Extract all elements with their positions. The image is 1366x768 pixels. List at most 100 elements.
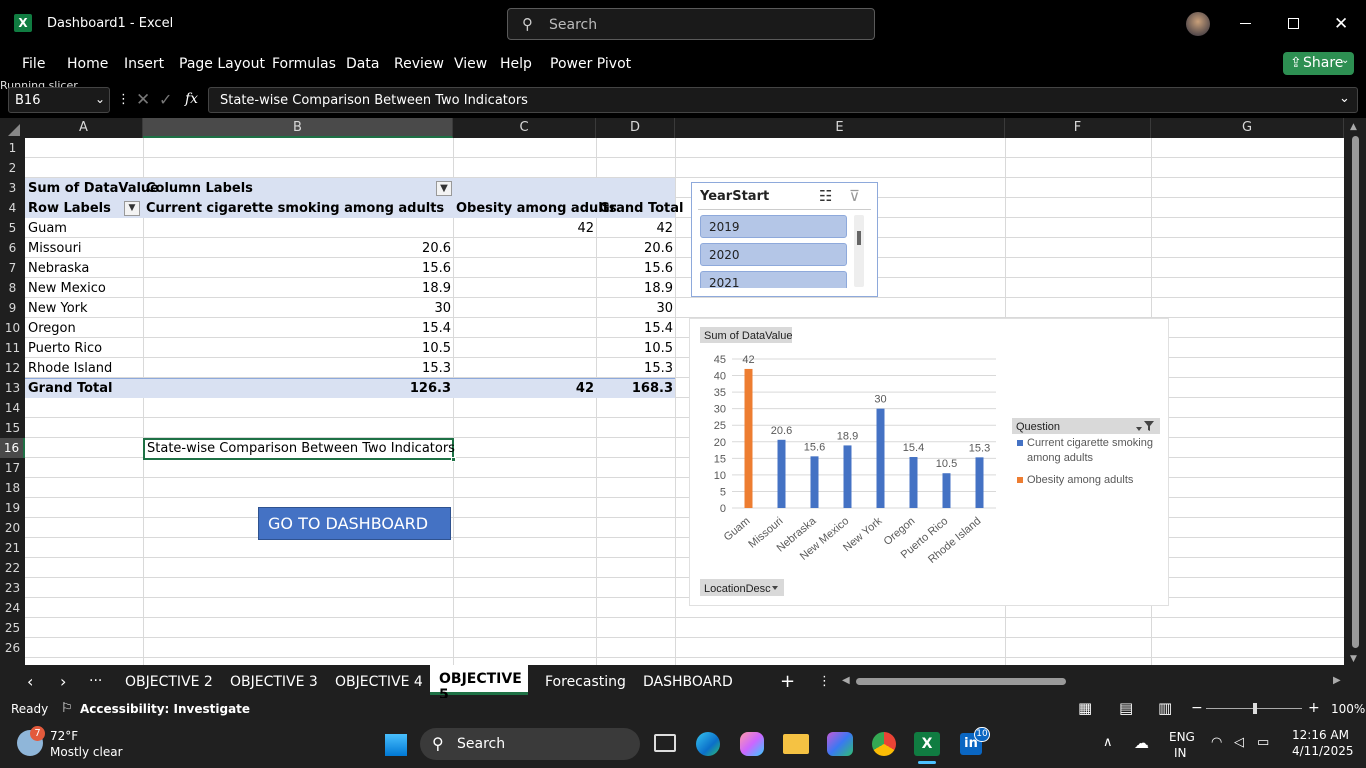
worksheet-grid[interactable]: Sum of DataValue Column Labels ▼ Row Lab… (25, 138, 1344, 665)
row-header[interactable]: 1 (0, 138, 25, 158)
m365-icon[interactable] (827, 732, 853, 756)
row-header[interactable]: 5 (0, 218, 25, 238)
name-box[interactable]: B16 ⌄ (8, 87, 110, 113)
tab-view[interactable]: View (454, 56, 487, 72)
tab-file[interactable]: File (22, 56, 45, 72)
zoom-out-icon[interactable]: − (1191, 700, 1203, 716)
chevron-down-icon[interactable]: ⌄ (95, 92, 105, 106)
tab-formulas[interactable]: Formulas (272, 56, 336, 72)
column-header-a[interactable]: A (25, 118, 143, 138)
zoom-in-icon[interactable]: + (1308, 700, 1320, 716)
slicer-scrollbar[interactable] (854, 215, 864, 287)
scroll-down-icon[interactable]: ▼ (1350, 654, 1357, 664)
cancel-icon[interactable]: ✕ (136, 90, 150, 110)
tab-page-layout[interactable]: Page Layout (179, 56, 265, 72)
tab-data[interactable]: Data (346, 56, 379, 72)
active-sheet-tab[interactable]: OBJECTIVE 5 (430, 665, 528, 703)
chrome-icon[interactable] (872, 732, 896, 756)
scroll-right-icon[interactable]: ▶ (1333, 676, 1341, 686)
row-header[interactable]: 26 (0, 638, 25, 658)
language-IN[interactable]: IN (1174, 746, 1187, 760)
copilot-icon[interactable] (740, 732, 764, 756)
vertical-scroll-thumb[interactable] (1352, 136, 1359, 648)
selected-cell-b16[interactable]: State-wise Comparison Between Two Indica… (143, 438, 455, 460)
select-all-corner[interactable] (8, 124, 20, 136)
row-header[interactable]: 18 (0, 478, 25, 498)
more-sheets-icon[interactable]: ··· (89, 674, 102, 688)
zoom-level[interactable]: 100% (1331, 702, 1365, 716)
column-header-f[interactable]: F (1005, 118, 1151, 138)
column-header-b[interactable]: B (143, 118, 453, 138)
clock-time[interactable]: 12:16 AM (1292, 728, 1349, 742)
tab-dashboard[interactable]: DASHBOARD (643, 674, 733, 690)
year-slicer[interactable]: YearStart ☷ ⊽ 2019 2020 2021 (691, 182, 878, 297)
onedrive-icon[interactable]: ☁ (1134, 734, 1149, 752)
column-header-d[interactable]: D (596, 118, 675, 138)
row-header[interactable]: 25 (0, 618, 25, 638)
excel-taskbar-icon[interactable]: X (914, 732, 940, 756)
row-header[interactable]: 14 (0, 398, 25, 418)
normal-view-icon[interactable]: ▦ (1078, 699, 1092, 717)
row-header[interactable]: 2 (0, 158, 25, 178)
row-header[interactable]: 16 (0, 438, 25, 458)
column-header-g[interactable]: G (1151, 118, 1344, 138)
share-button[interactable]: ⇪ Share ⌄ (1283, 52, 1354, 75)
row-labels-dropdown-icon[interactable]: ▼ (124, 201, 140, 216)
maximize-icon[interactable] (1288, 18, 1299, 29)
language-ENG[interactable]: ENG (1169, 730, 1195, 744)
row-header[interactable]: 7 (0, 258, 25, 278)
row-header[interactable]: 21 (0, 538, 25, 558)
expand-formula-icon[interactable]: ⌄ (1339, 91, 1350, 106)
tab-help[interactable]: Help (500, 56, 532, 72)
formula-input[interactable]: State-wise Comparison Between Two Indica… (208, 87, 1358, 113)
row-header[interactable]: 24 (0, 598, 25, 618)
tab-home[interactable]: Home (67, 56, 108, 72)
go-to-dashboard-button[interactable]: GO TO DASHBOARD (258, 507, 451, 540)
file-explorer-icon[interactable] (783, 734, 809, 754)
row-header[interactable]: 19 (0, 498, 25, 518)
minimize-icon[interactable] (1240, 23, 1251, 24)
more-icon[interactable]: ⋮ (117, 92, 130, 107)
sheet-options-icon[interactable]: ⋮ (818, 675, 831, 688)
enter-icon[interactable]: ✓ (159, 90, 172, 109)
row-header[interactable]: 10 (0, 318, 25, 338)
taskbar-search[interactable]: ⚲ Search (420, 728, 640, 760)
search-box[interactable]: ⚲ Search (507, 8, 875, 40)
add-sheet-icon[interactable]: + (780, 673, 795, 691)
row-header[interactable]: 15 (0, 418, 25, 438)
row-header[interactable]: 9 (0, 298, 25, 318)
show-hidden-icons[interactable]: ∧ (1103, 735, 1113, 750)
slicer-item-2020[interactable]: 2020 (700, 243, 847, 266)
row-header[interactable]: 17 (0, 458, 25, 478)
page-break-view-icon[interactable]: ▥ (1158, 699, 1172, 717)
row-header[interactable]: 23 (0, 578, 25, 598)
row-header[interactable]: 6 (0, 238, 25, 258)
scroll-up-icon[interactable]: ▲ (1350, 122, 1357, 132)
row-header[interactable]: 11 (0, 338, 25, 358)
row-header[interactable]: 12 (0, 358, 25, 378)
task-view-icon[interactable] (654, 734, 676, 752)
page-layout-view-icon[interactable]: ▤ (1119, 699, 1133, 717)
accessibility-status[interactable]: Accessibility: Investigate (80, 702, 250, 716)
insert-function-icon[interactable]: fx (185, 91, 198, 107)
tab-forecasting[interactable]: Forecasting (545, 674, 626, 690)
tab-objective-4[interactable]: OBJECTIVE 4 (335, 674, 423, 690)
row-header[interactable]: 3 (0, 178, 25, 198)
tab-power-pivot[interactable]: Power Pivot (550, 56, 631, 72)
multi-select-icon[interactable]: ☷ (819, 187, 832, 205)
windows-start-icon[interactable] (384, 733, 407, 756)
tab-review[interactable]: Review (394, 56, 444, 72)
edge-icon[interactable] (696, 732, 720, 756)
tab-objective-2[interactable]: OBJECTIVE 2 (125, 674, 213, 690)
zoom-slider-thumb[interactable] (1253, 703, 1257, 714)
row-header[interactable]: 8 (0, 278, 25, 298)
close-icon[interactable]: ✕ (1334, 14, 1348, 34)
tab-insert[interactable]: Insert (124, 56, 164, 72)
tab-objective-3[interactable]: OBJECTIVE 3 (230, 674, 318, 690)
fill-handle[interactable] (451, 457, 456, 462)
row-header[interactable]: 22 (0, 558, 25, 578)
column-header-e[interactable]: E (675, 118, 1005, 138)
wifi-icon[interactable]: ◠ (1211, 735, 1222, 750)
row-header[interactable]: 13 (0, 378, 25, 398)
column-header-c[interactable]: C (453, 118, 596, 138)
